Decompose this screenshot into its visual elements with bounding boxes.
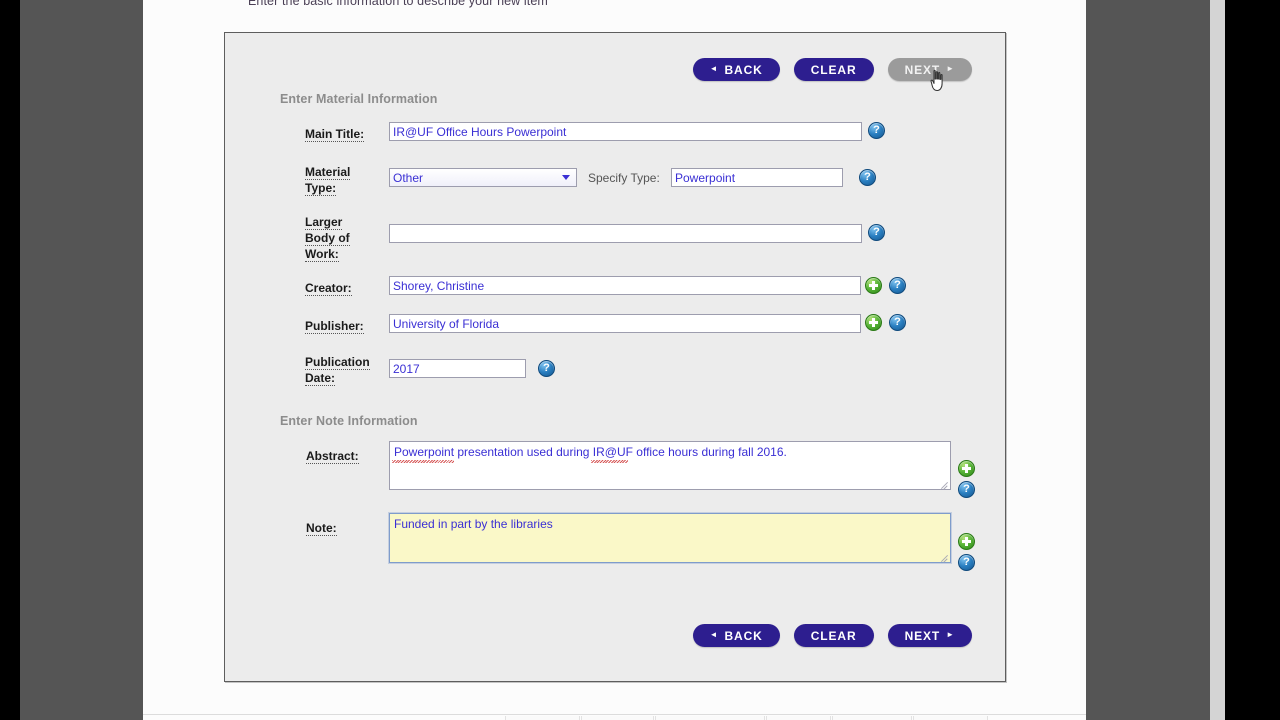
next-button-bottom-label: NEXT [904, 628, 941, 643]
metadata-form-panel: ◄ BACK CLEAR NEXT ► Enter Material Infor… [224, 32, 1006, 682]
clear-button-bottom-label: CLEAR [810, 628, 857, 643]
screen: Enter the basic information to describe … [0, 0, 1280, 720]
next-button-top-label: NEXT [904, 62, 941, 77]
larger-body-of-work-help-icon[interactable]: ? [868, 224, 885, 241]
spellcheck-underline [591, 460, 628, 463]
main-title-help-icon[interactable]: ? [868, 122, 885, 139]
toolbar-top: ◄ BACK CLEAR NEXT ► [692, 58, 972, 81]
back-button-top[interactable]: ◄ BACK [692, 58, 780, 81]
publication-date-input[interactable] [389, 359, 526, 378]
abstract-add-icon[interactable] [958, 460, 975, 477]
specify-type-label: Specify Type: [588, 171, 660, 185]
note-textarea[interactable]: Funded in part by the libraries [389, 513, 951, 563]
publication-date-help-icon[interactable]: ? [538, 360, 555, 377]
abstract-textarea[interactable]: Powerpoint presentation used during IR@U… [389, 441, 951, 490]
specify-type-input[interactable] [671, 168, 843, 187]
footer-cell [505, 716, 580, 720]
larger-body-of-work-label: Larger Body of Work: [305, 215, 350, 262]
material-type-help-icon[interactable]: ? [859, 169, 876, 186]
next-button-top[interactable]: NEXT ► [887, 58, 972, 81]
left-arrow-icon: ◄ [709, 630, 719, 639]
toolbar-bottom: ◄ BACK CLEAR NEXT ► [692, 624, 972, 647]
main-title-input[interactable] [389, 122, 862, 141]
creator-add-icon[interactable] [865, 277, 882, 294]
clear-button-bottom[interactable]: CLEAR [793, 624, 874, 647]
creator-input[interactable] [389, 276, 861, 295]
creator-help-icon[interactable]: ? [889, 277, 906, 294]
publisher-label: Publisher: [305, 319, 364, 334]
footer-cell [913, 716, 988, 720]
right-arrow-icon: ► [946, 64, 955, 73]
section-title-material: Enter Material Information [280, 92, 438, 106]
publisher-input[interactable] [389, 314, 861, 333]
footer-cell [766, 716, 831, 720]
clear-button-top[interactable]: CLEAR [793, 58, 874, 81]
material-type-select[interactable]: Other [389, 168, 577, 187]
letterbox-right [1225, 0, 1280, 720]
footer-cell [655, 716, 765, 720]
back-button-bottom[interactable]: ◄ BACK [692, 624, 780, 647]
right-arrow-icon: ► [946, 630, 955, 639]
publication-date-label: Publication Date: [305, 355, 370, 386]
back-button-bottom-label: BACK [724, 628, 763, 643]
material-type-label: Material Type: [305, 165, 351, 196]
page-scrollbar-track[interactable] [1210, 0, 1225, 720]
abstract-label: Abstract: [306, 449, 359, 464]
clear-button-top-label: CLEAR [810, 62, 857, 77]
main-title-label: Main Title: [305, 127, 365, 142]
note-help-icon[interactable]: ? [958, 554, 975, 571]
page-subtitle: Enter the basic information to describe … [248, 0, 548, 8]
spellcheck-underline [392, 460, 454, 463]
next-button-bottom[interactable]: NEXT ► [887, 624, 972, 647]
desktop-background-right [1086, 0, 1210, 720]
section-title-note: Enter Note Information [280, 414, 418, 428]
left-arrow-icon: ◄ [709, 64, 719, 73]
footer-cell [581, 716, 654, 720]
publisher-add-icon[interactable] [865, 314, 882, 331]
publisher-help-icon[interactable]: ? [889, 314, 906, 331]
abstract-help-icon[interactable]: ? [958, 481, 975, 498]
page-footer-fragment [143, 714, 1086, 720]
note-add-icon[interactable] [958, 533, 975, 550]
desktop-background-left [20, 0, 143, 720]
footer-cell [832, 716, 912, 720]
note-label: Note: [306, 521, 337, 536]
larger-body-of-work-input[interactable] [389, 224, 862, 243]
content-page: Enter the basic information to describe … [143, 0, 1086, 714]
back-button-top-label: BACK [724, 62, 763, 77]
creator-label: Creator: [305, 281, 352, 296]
